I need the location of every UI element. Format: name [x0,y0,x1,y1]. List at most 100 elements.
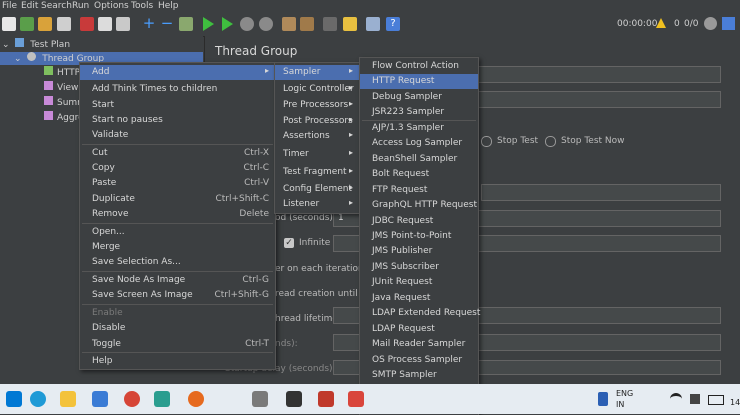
tree-item-http[interactable]: HTTP [44,66,80,79]
submenu-item-config-element[interactable]: Config Element ▸ [275,182,359,197]
sampler-item[interactable]: LDAP Request [360,322,478,337]
submenu-item-assertions[interactable]: Assertions ▸ [275,129,359,144]
stop-test-radio[interactable] [481,136,492,147]
menu-item-save-screen-image[interactable]: Save Screen As Image Ctrl+Shift-G [80,288,275,303]
shutdown-icon[interactable] [259,17,273,31]
templates-icon[interactable] [20,17,34,31]
menu-item-cut[interactable]: Cut Ctrl-X [80,146,275,161]
menu-item-start-no-pauses[interactable]: Start no pauses [80,113,275,128]
menu-item-help[interactable]: Help [80,354,275,369]
submenu-item-post-processors[interactable]: Post Processors ▸ [275,114,359,129]
sampler-item[interactable]: FTP Request [360,183,478,198]
app-icon[interactable] [252,391,268,407]
sampler-item[interactable]: GraphQL HTTP Request [360,198,478,213]
clock[interactable]: 14- [730,398,740,407]
menu-item-remove[interactable]: Remove Delete [80,207,275,222]
save-icon[interactable] [57,17,71,31]
sampler-item[interactable]: LDAP Extended Request [360,306,480,321]
paste-icon[interactable] [116,17,130,31]
menu-tools[interactable]: Tools [131,1,153,11]
sampler-item[interactable]: JMS Subscriber [360,260,478,275]
open-icon[interactable] [38,17,52,31]
menu-item-add-think-times[interactable]: Add Think Times to children [80,82,275,97]
warning-icon[interactable] [656,18,666,28]
sampler-item[interactable]: Bolt Request [360,167,478,182]
terminal-icon[interactable] [286,391,302,407]
sampler-item[interactable]: Java Request [360,291,478,306]
firefox-icon[interactable] [188,391,204,407]
app-icon[interactable] [154,391,170,407]
sampler-item[interactable]: OS Process Sampler [360,353,478,368]
battery-icon[interactable] [708,395,724,405]
menu-item-duplicate[interactable]: Duplicate Ctrl+Shift-C [80,192,275,207]
menu-item-save-selection[interactable]: Save Selection As... [80,255,275,270]
menu-item-paste[interactable]: Paste Ctrl-V [80,176,275,191]
submenu-item-listener[interactable]: Listener ▸ [275,197,359,212]
tree-item-view[interactable]: View [44,81,78,94]
submenu-item-timer[interactable]: Timer ▸ [275,147,359,162]
function-helper-icon[interactable] [366,17,380,31]
threads-field[interactable] [481,184,721,201]
tree-item-test-plan[interactable]: ⌄ Test Plan [2,38,70,51]
edge-icon[interactable] [30,391,46,407]
reset-search-icon[interactable] [343,17,357,31]
sampler-item[interactable]: JUnit Request [360,275,478,290]
menu-item-save-node-image[interactable]: Save Node As Image Ctrl-G [80,273,275,288]
defender-icon[interactable] [598,392,608,406]
menu-edit[interactable]: Edit [21,1,38,11]
sampler-item[interactable]: JSR223 Sampler [360,105,478,120]
menu-options[interactable]: Options [94,1,129,11]
submenu-item-test-fragment[interactable]: Test Fragment ▸ [275,165,359,180]
submenu-item-logic-controller[interactable]: Logic Controller ▸ [275,82,359,97]
start-icon[interactable] [203,17,214,31]
new-icon[interactable] [2,17,16,31]
collapse-icon[interactable]: − [160,16,174,31]
chrome-icon[interactable] [124,391,140,407]
speaker-icon[interactable] [690,394,700,404]
sampler-item[interactable]: Access Log Sampler [360,136,478,151]
sampler-item[interactable]: SMTP Sampler [360,368,478,383]
chevron-down-icon[interactable]: ⌄ [14,54,22,64]
sampler-item[interactable]: JMS Publisher [360,244,478,259]
submenu-item-pre-processors[interactable]: Pre Processors ▸ [275,98,359,113]
copy-icon[interactable] [98,17,112,31]
clear-all-icon[interactable] [300,17,314,31]
stop-test-now-radio[interactable] [545,136,556,147]
tree-item-aggregate[interactable]: Aggre [44,111,84,124]
log-icon[interactable] [722,17,735,30]
sampler-item[interactable]: JMS Point-to-Point [360,229,478,244]
submenu-item-sampler[interactable]: Sampler ▸ [275,65,359,80]
language-top[interactable]: ENG [616,389,633,398]
sampler-item[interactable]: Mail Reader Sampler [360,337,478,352]
sampler-item[interactable]: Flow Control Action [360,59,478,74]
sampler-item[interactable]: BeanShell Sampler [360,152,478,167]
sampler-item[interactable]: Debug Sampler [360,90,478,105]
menu-item-start[interactable]: Start [80,98,275,113]
menu-item-open[interactable]: Open... [80,225,275,240]
sampler-item[interactable]: HTTP Request [360,74,478,90]
remote-icon[interactable] [704,17,717,30]
wifi-icon[interactable] [670,393,682,406]
chevron-down-icon[interactable]: ⌄ [2,40,10,50]
menu-search[interactable]: Search [41,1,72,11]
sampler-item[interactable]: AJP/1.3 Sampler [360,121,478,136]
menu-item-disable[interactable]: Disable [80,321,275,336]
menu-item-toggle[interactable]: Toggle Ctrl-T [80,337,275,352]
cut-icon[interactable] [80,17,94,31]
menu-run[interactable]: Run [72,1,89,11]
mail-icon[interactable] [92,391,108,407]
infinite-checkbox[interactable]: ✓ [284,238,294,248]
language-bottom[interactable]: IN [616,400,624,409]
menu-item-copy[interactable]: Copy Ctrl-C [80,161,275,176]
menu-help[interactable]: Help [158,1,179,11]
clear-icon[interactable] [282,17,296,31]
sampler-item[interactable]: JDBC Request [360,214,478,229]
search-icon[interactable] [323,17,337,31]
jmeter-icon[interactable] [348,391,364,407]
file-explorer-icon[interactable] [60,391,76,407]
expand-icon[interactable]: + [142,16,156,31]
menu-item-add[interactable]: Add ▸ [80,65,275,80]
stop-icon[interactable] [240,17,254,31]
menu-item-merge[interactable]: Merge [80,240,275,255]
menu-item-validate[interactable]: Validate [80,128,275,143]
